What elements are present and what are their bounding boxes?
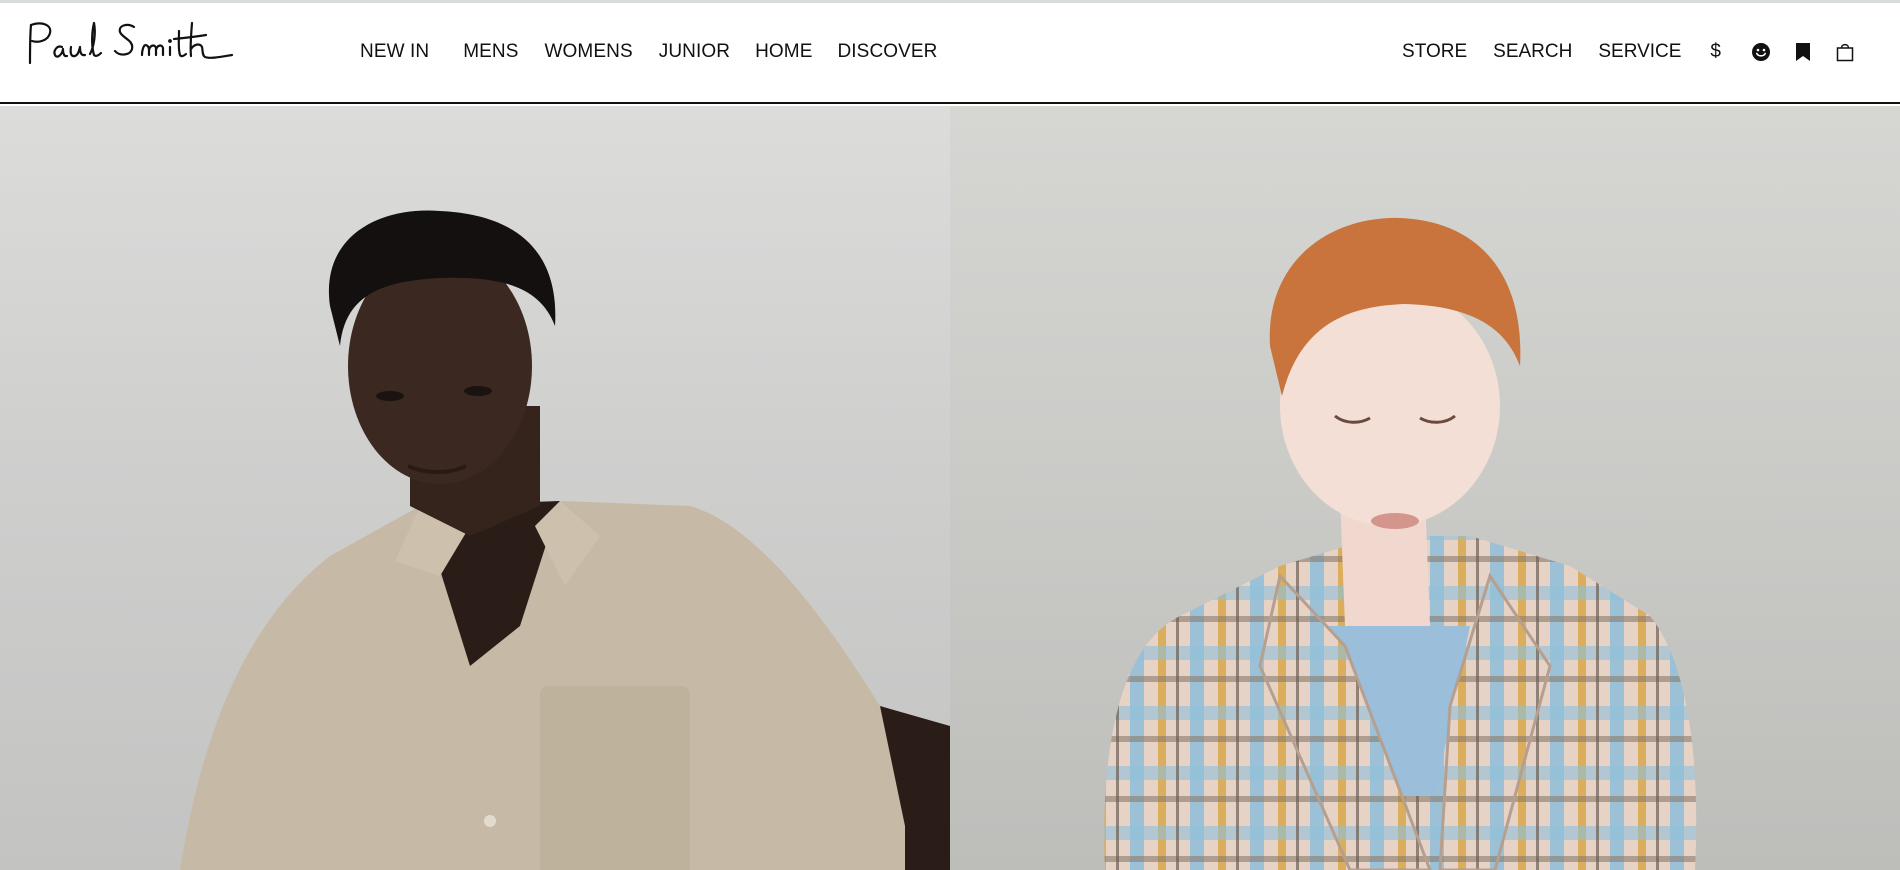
hero-panel-womens[interactable] <box>950 106 1900 870</box>
store-link[interactable]: STORE <box>1402 41 1467 63</box>
nav-item-home[interactable]: HOME <box>755 41 812 63</box>
hero-banner <box>0 106 1900 870</box>
nav-item-womens[interactable]: WOMENS <box>545 41 633 63</box>
hero-panel-mens[interactable] <box>0 106 950 870</box>
womens-model-image <box>1104 217 1697 870</box>
wishlist-icon[interactable] <box>1792 41 1814 63</box>
paul-smith-signature-logo <box>28 21 234 65</box>
currency-selector[interactable]: $ <box>1710 41 1721 63</box>
main-nav: NEW IN MENS WOMENS JUNIOR HOME DISCOVER <box>360 38 938 66</box>
utility-nav: STORE SEARCH SERVICE $ <box>1402 38 1856 66</box>
nav-item-junior[interactable]: JUNIOR <box>659 41 730 63</box>
nav-item-discover[interactable]: DISCOVER <box>837 41 937 63</box>
nav-item-new-in[interactable]: NEW IN <box>360 41 429 63</box>
site-header: NEW IN MENS WOMENS JUNIOR HOME DISCOVER … <box>0 3 1900 104</box>
account-icon[interactable] <box>1750 41 1772 63</box>
search-link[interactable]: SEARCH <box>1493 41 1572 63</box>
bag-icon[interactable] <box>1834 41 1856 63</box>
service-link[interactable]: SERVICE <box>1598 41 1681 63</box>
nav-item-mens[interactable]: MENS <box>463 41 518 63</box>
mens-model-image <box>180 210 950 870</box>
brand-logo[interactable] <box>24 17 238 71</box>
